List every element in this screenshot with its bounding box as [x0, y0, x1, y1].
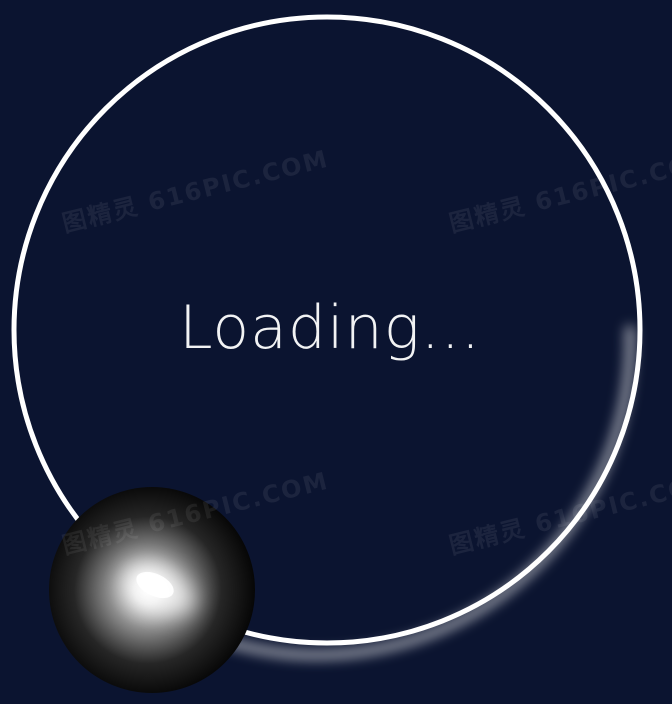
loading-screen: Loading... 图精灵 616PIC.COM 图精灵 616PIC.COM…	[0, 0, 672, 704]
loading-label: Loading...	[179, 293, 481, 363]
